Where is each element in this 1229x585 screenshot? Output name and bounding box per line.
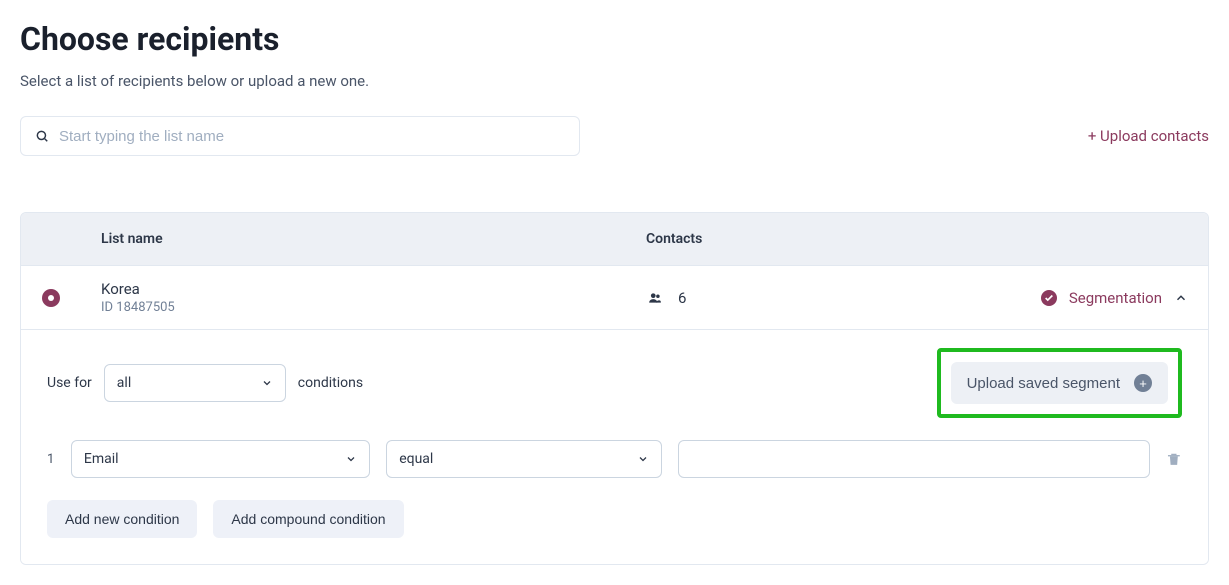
plus-circle-icon: +: [1134, 374, 1152, 392]
condition-row: 1 Email equal: [47, 440, 1182, 478]
usefor-block: Use for all conditions: [47, 364, 363, 402]
add-compound-condition-button[interactable]: Add compound condition: [213, 500, 403, 538]
table-header: List name Contacts: [21, 213, 1208, 265]
upload-segment-highlight: Upload saved segment +: [937, 348, 1182, 418]
condition-field-value: Email: [84, 451, 119, 467]
condition-value-input[interactable]: [678, 440, 1150, 478]
condition-index: 1: [47, 452, 55, 467]
page-title: Choose recipients: [20, 20, 1209, 58]
col-header-listname: List name: [21, 231, 646, 247]
chevron-down-icon: [345, 453, 357, 465]
trash-icon[interactable]: [1166, 450, 1182, 468]
row-contacts-cell: 6: [646, 289, 998, 307]
add-condition-button[interactable]: Add new condition: [47, 500, 197, 538]
table-row[interactable]: Korea ID 18487505 6 Segmentation: [21, 265, 1208, 329]
segment-top-row: Use for all conditions Upload saved segm…: [47, 348, 1182, 418]
condition-actions: Add new condition Add compound condition: [47, 500, 1182, 538]
search-icon: [35, 129, 49, 143]
condition-field-select[interactable]: Email: [71, 440, 370, 478]
conditions-label: conditions: [298, 375, 363, 391]
list-name: Korea: [101, 280, 646, 298]
segment-panel: Use for all conditions Upload saved segm…: [21, 329, 1208, 564]
check-circle-icon: [1041, 290, 1057, 306]
people-icon: [646, 291, 664, 305]
page-subtitle: Select a list of recipients below or upl…: [20, 72, 1209, 90]
row-name-cell: Korea ID 18487505: [81, 280, 646, 315]
contact-count: 6: [678, 289, 686, 307]
search-wrapper[interactable]: [20, 116, 580, 156]
usefor-label: Use for: [47, 375, 92, 391]
top-row: + Upload contacts: [20, 116, 1209, 156]
row-radio-cell: [21, 289, 81, 307]
condition-operator-select[interactable]: equal: [386, 440, 662, 478]
segmentation-toggle[interactable]: Segmentation: [1069, 289, 1162, 307]
match-mode-select[interactable]: all: [104, 364, 286, 402]
chevron-up-icon[interactable]: [1174, 291, 1188, 305]
list-id: ID 18487505: [101, 300, 646, 315]
chevron-down-icon: [261, 377, 273, 389]
condition-operator-value: equal: [399, 451, 433, 467]
row-end-cell: Segmentation: [998, 289, 1208, 307]
upload-saved-segment-label: Upload saved segment: [967, 375, 1120, 392]
upload-saved-segment-button[interactable]: Upload saved segment +: [951, 362, 1168, 404]
chevron-down-icon: [637, 453, 649, 465]
radio-selected[interactable]: [42, 289, 60, 307]
upload-contacts-link[interactable]: + Upload contacts: [1088, 127, 1209, 145]
match-mode-value: all: [117, 375, 131, 391]
search-input[interactable]: [59, 128, 565, 145]
col-header-contacts: Contacts: [646, 231, 1208, 247]
recipients-table: List name Contacts Korea ID 18487505 6 S…: [20, 212, 1209, 565]
